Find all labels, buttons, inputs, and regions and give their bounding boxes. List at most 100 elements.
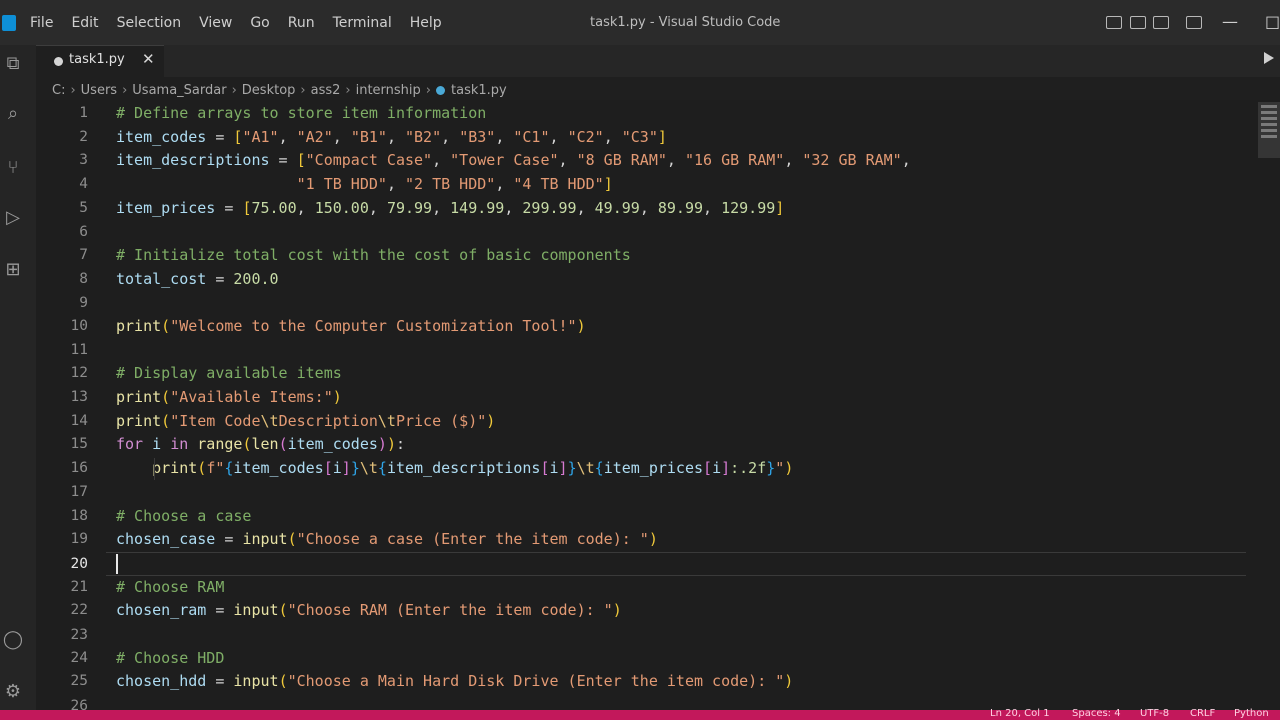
line-number: 25 (70, 673, 88, 689)
line-number: 21 (70, 579, 88, 595)
indent-guide (154, 458, 155, 480)
code-editor[interactable]: 1 # Define arrays to store item informati… (36, 100, 1280, 714)
python-file-icon (436, 85, 445, 95)
customize-layout-icon[interactable] (1186, 16, 1202, 29)
chevron-right-icon: › (231, 82, 237, 98)
search-icon[interactable]: ⌕ (2, 103, 24, 125)
code-line[interactable]: 24 # Choose HDD (36, 646, 1246, 670)
menu-go[interactable]: Go (250, 15, 269, 31)
line-number: 11 (70, 342, 88, 358)
menu-view[interactable]: View (199, 15, 232, 31)
toggle-secondary-sidebar-icon[interactable] (1153, 16, 1169, 29)
menu-help[interactable]: Help (410, 15, 442, 31)
minimap-line (1261, 129, 1277, 132)
breadcrumb-users[interactable]: Users (81, 83, 117, 98)
code-line[interactable]: 1 # Define arrays to store item informati… (36, 101, 1246, 125)
minimize-icon[interactable]: — (1222, 12, 1238, 31)
chevron-right-icon: › (122, 82, 128, 98)
line-code: # Choose a case (116, 507, 252, 525)
code-line[interactable]: 13 print("Available Items:") (36, 385, 1246, 409)
explorer-icon[interactable]: ⧉ (2, 53, 24, 75)
tab-label: task1.py (69, 52, 125, 67)
minimap-line (1261, 135, 1277, 138)
code-line[interactable]: 19 chosen_case = input("Choose a case (En… (36, 527, 1246, 551)
code-line[interactable]: 18 # Choose a case (36, 504, 1246, 528)
line-number: 13 (70, 389, 88, 405)
line-number: 19 (70, 531, 88, 547)
line-code: print("Item Code\tDescription\tPrice ($)… (116, 412, 496, 430)
menu-terminal[interactable]: Terminal (333, 15, 392, 31)
chevron-right-icon: › (70, 82, 76, 98)
code-line[interactable]: 16 print(f"{item_codes[i]}\t{item_descri… (36, 456, 1246, 480)
menu-run[interactable]: Run (288, 15, 315, 31)
line-number: 6 (79, 224, 88, 240)
line-number: 18 (70, 508, 88, 524)
line-number: 9 (79, 295, 88, 311)
code-line[interactable]: 2 item_codes = ["A1", "A2", "B1", "B2", "… (36, 125, 1246, 149)
code-line[interactable]: 4 "1 TB HDD", "2 TB HDD", "4 TB HDD"] (36, 172, 1246, 196)
status-cursor-position[interactable]: Ln 20, Col 1 (990, 708, 1050, 719)
minimap-line (1261, 123, 1277, 126)
status-language[interactable]: Python (1234, 708, 1269, 719)
line-code: print(f"{item_codes[i]}\t{item_descripti… (152, 459, 794, 477)
code-line[interactable]: 17 (36, 480, 1246, 504)
code-line[interactable]: 25 chosen_hdd = input("Choose a Main Hard… (36, 669, 1246, 693)
menu-edit[interactable]: Edit (71, 15, 98, 31)
run-debug-icon[interactable]: ▷ (2, 207, 24, 229)
code-line[interactable]: 21 # Choose RAM (36, 575, 1246, 599)
code-line-current[interactable]: 20 (36, 552, 1246, 576)
code-line[interactable]: 15 for i in range(len(item_codes)): (36, 432, 1246, 456)
window-title: task1.py - Visual Studio Code (590, 15, 781, 30)
line-number: 15 (70, 436, 88, 452)
status-indentation[interactable]: Spaces: 4 (1072, 708, 1121, 719)
settings-gear-icon[interactable]: ⚙ (2, 681, 24, 703)
line-code: for i in range(len(item_codes)): (116, 435, 405, 453)
tab-task1-py[interactable]: task1.py ✕ (36, 45, 164, 78)
breadcrumb-internship[interactable]: internship (356, 83, 421, 98)
line-code: total_cost = 200.0 (116, 270, 279, 288)
toggle-primary-sidebar-icon[interactable] (1106, 16, 1122, 29)
run-python-file-icon[interactable] (1264, 52, 1274, 64)
breadcrumb-drive[interactable]: C: (52, 83, 65, 98)
code-line[interactable]: 11 (36, 338, 1246, 362)
code-line[interactable]: 14 print("Item Code\tDescription\tPrice (… (36, 409, 1246, 433)
minimap-line (1261, 105, 1277, 108)
breadcrumb-ass2[interactable]: ass2 (311, 83, 341, 98)
toggle-panel-icon[interactable] (1130, 16, 1146, 29)
extensions-icon[interactable]: ⊞ (2, 259, 24, 281)
menu-file[interactable]: File (30, 15, 53, 31)
breadcrumb-file[interactable]: task1.py (451, 83, 507, 98)
code-line[interactable]: 9 (36, 291, 1246, 315)
breadcrumb-user[interactable]: Usama_Sardar (132, 83, 226, 98)
menu-selection[interactable]: Selection (117, 15, 182, 31)
code-line[interactable]: 12 # Display available items (36, 361, 1246, 385)
chevron-right-icon: › (345, 82, 351, 98)
code-line[interactable]: 22 chosen_ram = input("Choose RAM (Enter … (36, 598, 1246, 622)
status-eol[interactable]: CRLF (1190, 708, 1215, 719)
code-line[interactable]: 7 # Initialize total cost with the cost o… (36, 243, 1246, 267)
line-number: 4 (79, 176, 88, 192)
line-number: 12 (70, 365, 88, 381)
code-line[interactable]: 23 (36, 623, 1246, 647)
account-icon[interactable]: ◯ (2, 629, 24, 651)
code-line[interactable]: 10 print("Welcome to the Computer Customi… (36, 314, 1246, 338)
title-bar: File Edit Selection View Go Run Terminal… (0, 0, 1280, 45)
minimap-line (1261, 111, 1277, 114)
status-encoding[interactable]: UTF-8 (1140, 708, 1169, 719)
minimap[interactable] (1258, 102, 1280, 158)
line-number: 8 (79, 271, 88, 287)
breadcrumb: C: › Users › Usama_Sardar › Desktop › ass2 › … (52, 81, 507, 99)
code-line[interactable]: 5 item_prices = [75.00, 150.00, 79.99, 14… (36, 196, 1246, 220)
close-icon[interactable]: ✕ (142, 50, 155, 68)
maximize-icon[interactable]: □ (1265, 12, 1280, 31)
code-line[interactable]: 6 (36, 220, 1246, 244)
line-code: item_codes = ["A1", "A2", "B1", "B2", "B… (116, 128, 667, 146)
line-number: 10 (70, 318, 88, 334)
code-line[interactable]: 8 total_cost = 200.0 (36, 267, 1246, 291)
activity-bar: ⧉ ⌕ ⑂ ▷ ⊞ ◯ ⚙ (0, 45, 36, 720)
breadcrumb-desktop[interactable]: Desktop (242, 83, 296, 98)
code-line[interactable]: 3 item_descriptions = ["Compact Case", "T… (36, 148, 1246, 172)
source-control-icon[interactable]: ⑂ (2, 157, 24, 179)
current-line-highlight (106, 552, 1246, 576)
line-code: print("Welcome to the Computer Customiza… (116, 317, 586, 335)
